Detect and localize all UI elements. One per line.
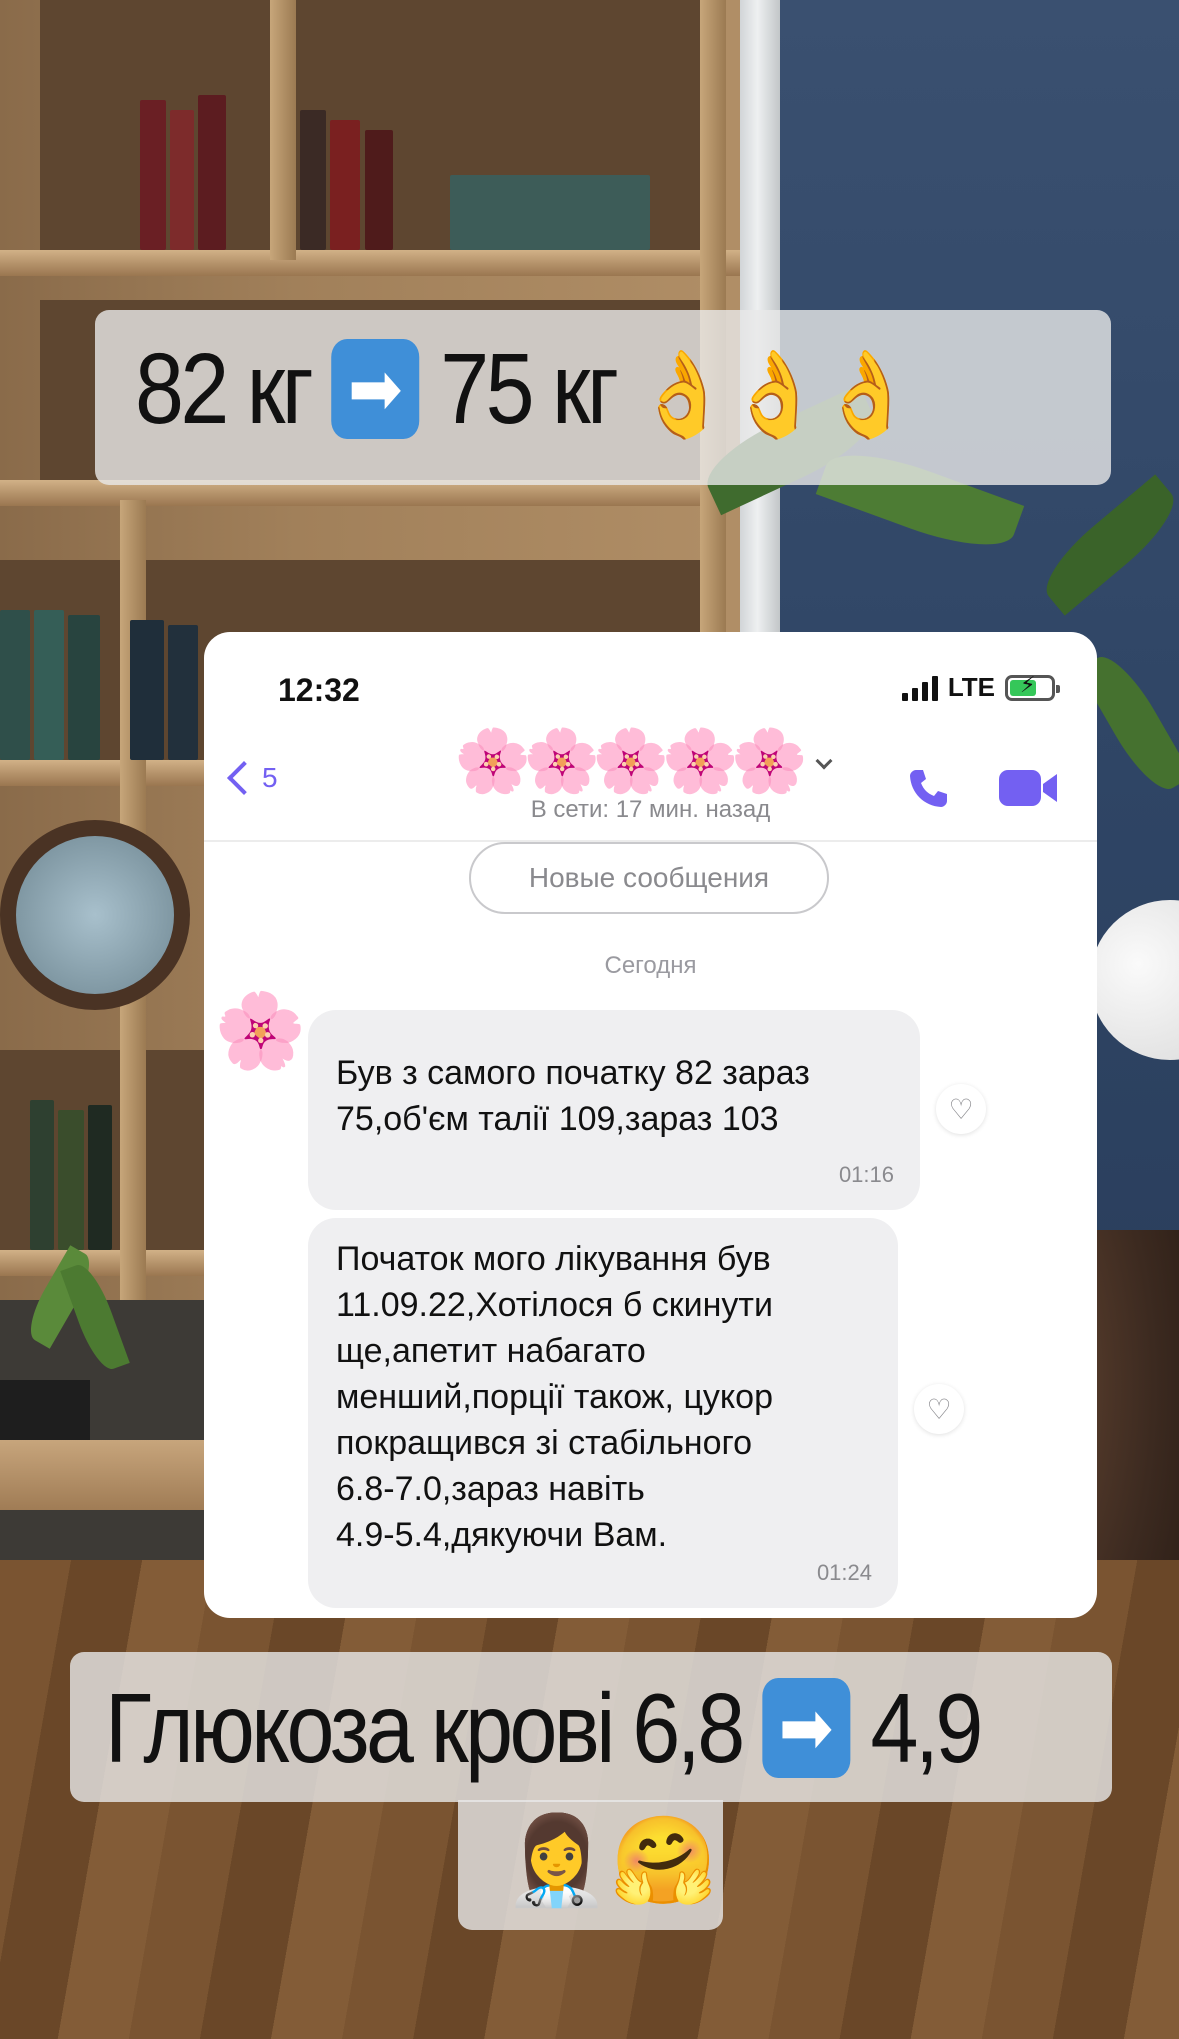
message-bubble[interactable]: Початок мого лікування був 11.09.22,Хоті… (308, 1218, 898, 1608)
status-indicators: LTE ⚡ (901, 672, 1060, 703)
message-time: 01:24 (816, 1560, 872, 1585)
contact-status: В сети: 17 мин. назад (530, 796, 771, 823)
ok-hand-emoji: 👌👌👌 (636, 345, 913, 443)
glucose-caption: Глюкоза крові 6,8 ➡ 4,9 (70, 1652, 1112, 1802)
round-mirror (0, 820, 190, 1010)
network-type: LTE (947, 672, 995, 702)
unread-count: 5 (262, 762, 278, 793)
glucose-after: 4,9 (870, 1673, 984, 1783)
emoji-caption: 👩‍⚕️🤗 (458, 1800, 723, 1930)
battery-icon: ⚡ (1005, 673, 1060, 701)
day-separator: Сегодня (604, 952, 697, 979)
status-time: 12:32 (278, 672, 360, 708)
contact-name: 🌸🌸🌸🌸🌸 (454, 724, 808, 797)
avatar[interactable]: 🌸 (214, 994, 306, 1068)
heart-icon[interactable]: ♡ (914, 1384, 964, 1434)
chevron-down-icon (815, 752, 833, 770)
right-arrow-icon: ➡ (762, 1678, 851, 1779)
message-text: Був з самого початку 82 зараз 75,об'єм т… (336, 1054, 810, 1138)
video-call-icon[interactable] (997, 764, 1061, 812)
call-icon[interactable] (904, 764, 952, 812)
contact-name-button[interactable]: 🌸🌸🌸🌸🌸 (454, 724, 833, 798)
heart-icon[interactable]: ♡ (936, 1084, 986, 1134)
signal-icon (901, 675, 938, 701)
message-text: Початок мого лікування був 11.09.22,Хоті… (336, 1240, 773, 1554)
back-button[interactable]: 5 (222, 761, 278, 795)
message-bubble[interactable]: Був з самого початку 82 зараз 75,об'єм т… (308, 1010, 920, 1210)
chat-screenshot: 12:32 LTE ⚡ 5 🌸🌸🌸🌸🌸 В сети: 17 мин. наза… (204, 632, 1097, 1618)
weight-caption-text: 82 кг ➡ 75 кг 👌👌👌 (135, 332, 913, 447)
back-chevron-icon (227, 761, 261, 795)
message-time: 01:16 (838, 1162, 894, 1187)
glucose-before: Глюкоза крові 6,8 (105, 1673, 745, 1783)
right-arrow-icon: ➡ (331, 338, 420, 439)
doctor-hug-emoji: 👩‍⚕️🤗 (503, 1811, 718, 1911)
glucose-caption-text: Глюкоза крові 6,8 ➡ 4,9 (105, 1672, 984, 1786)
weight-after: 75 кг (440, 333, 619, 445)
new-messages-pill[interactable]: Новые сообщения (469, 842, 829, 914)
weight-before: 82 кг (135, 333, 314, 445)
weight-caption: 82 кг ➡ 75 кг 👌👌👌 (95, 310, 1111, 485)
